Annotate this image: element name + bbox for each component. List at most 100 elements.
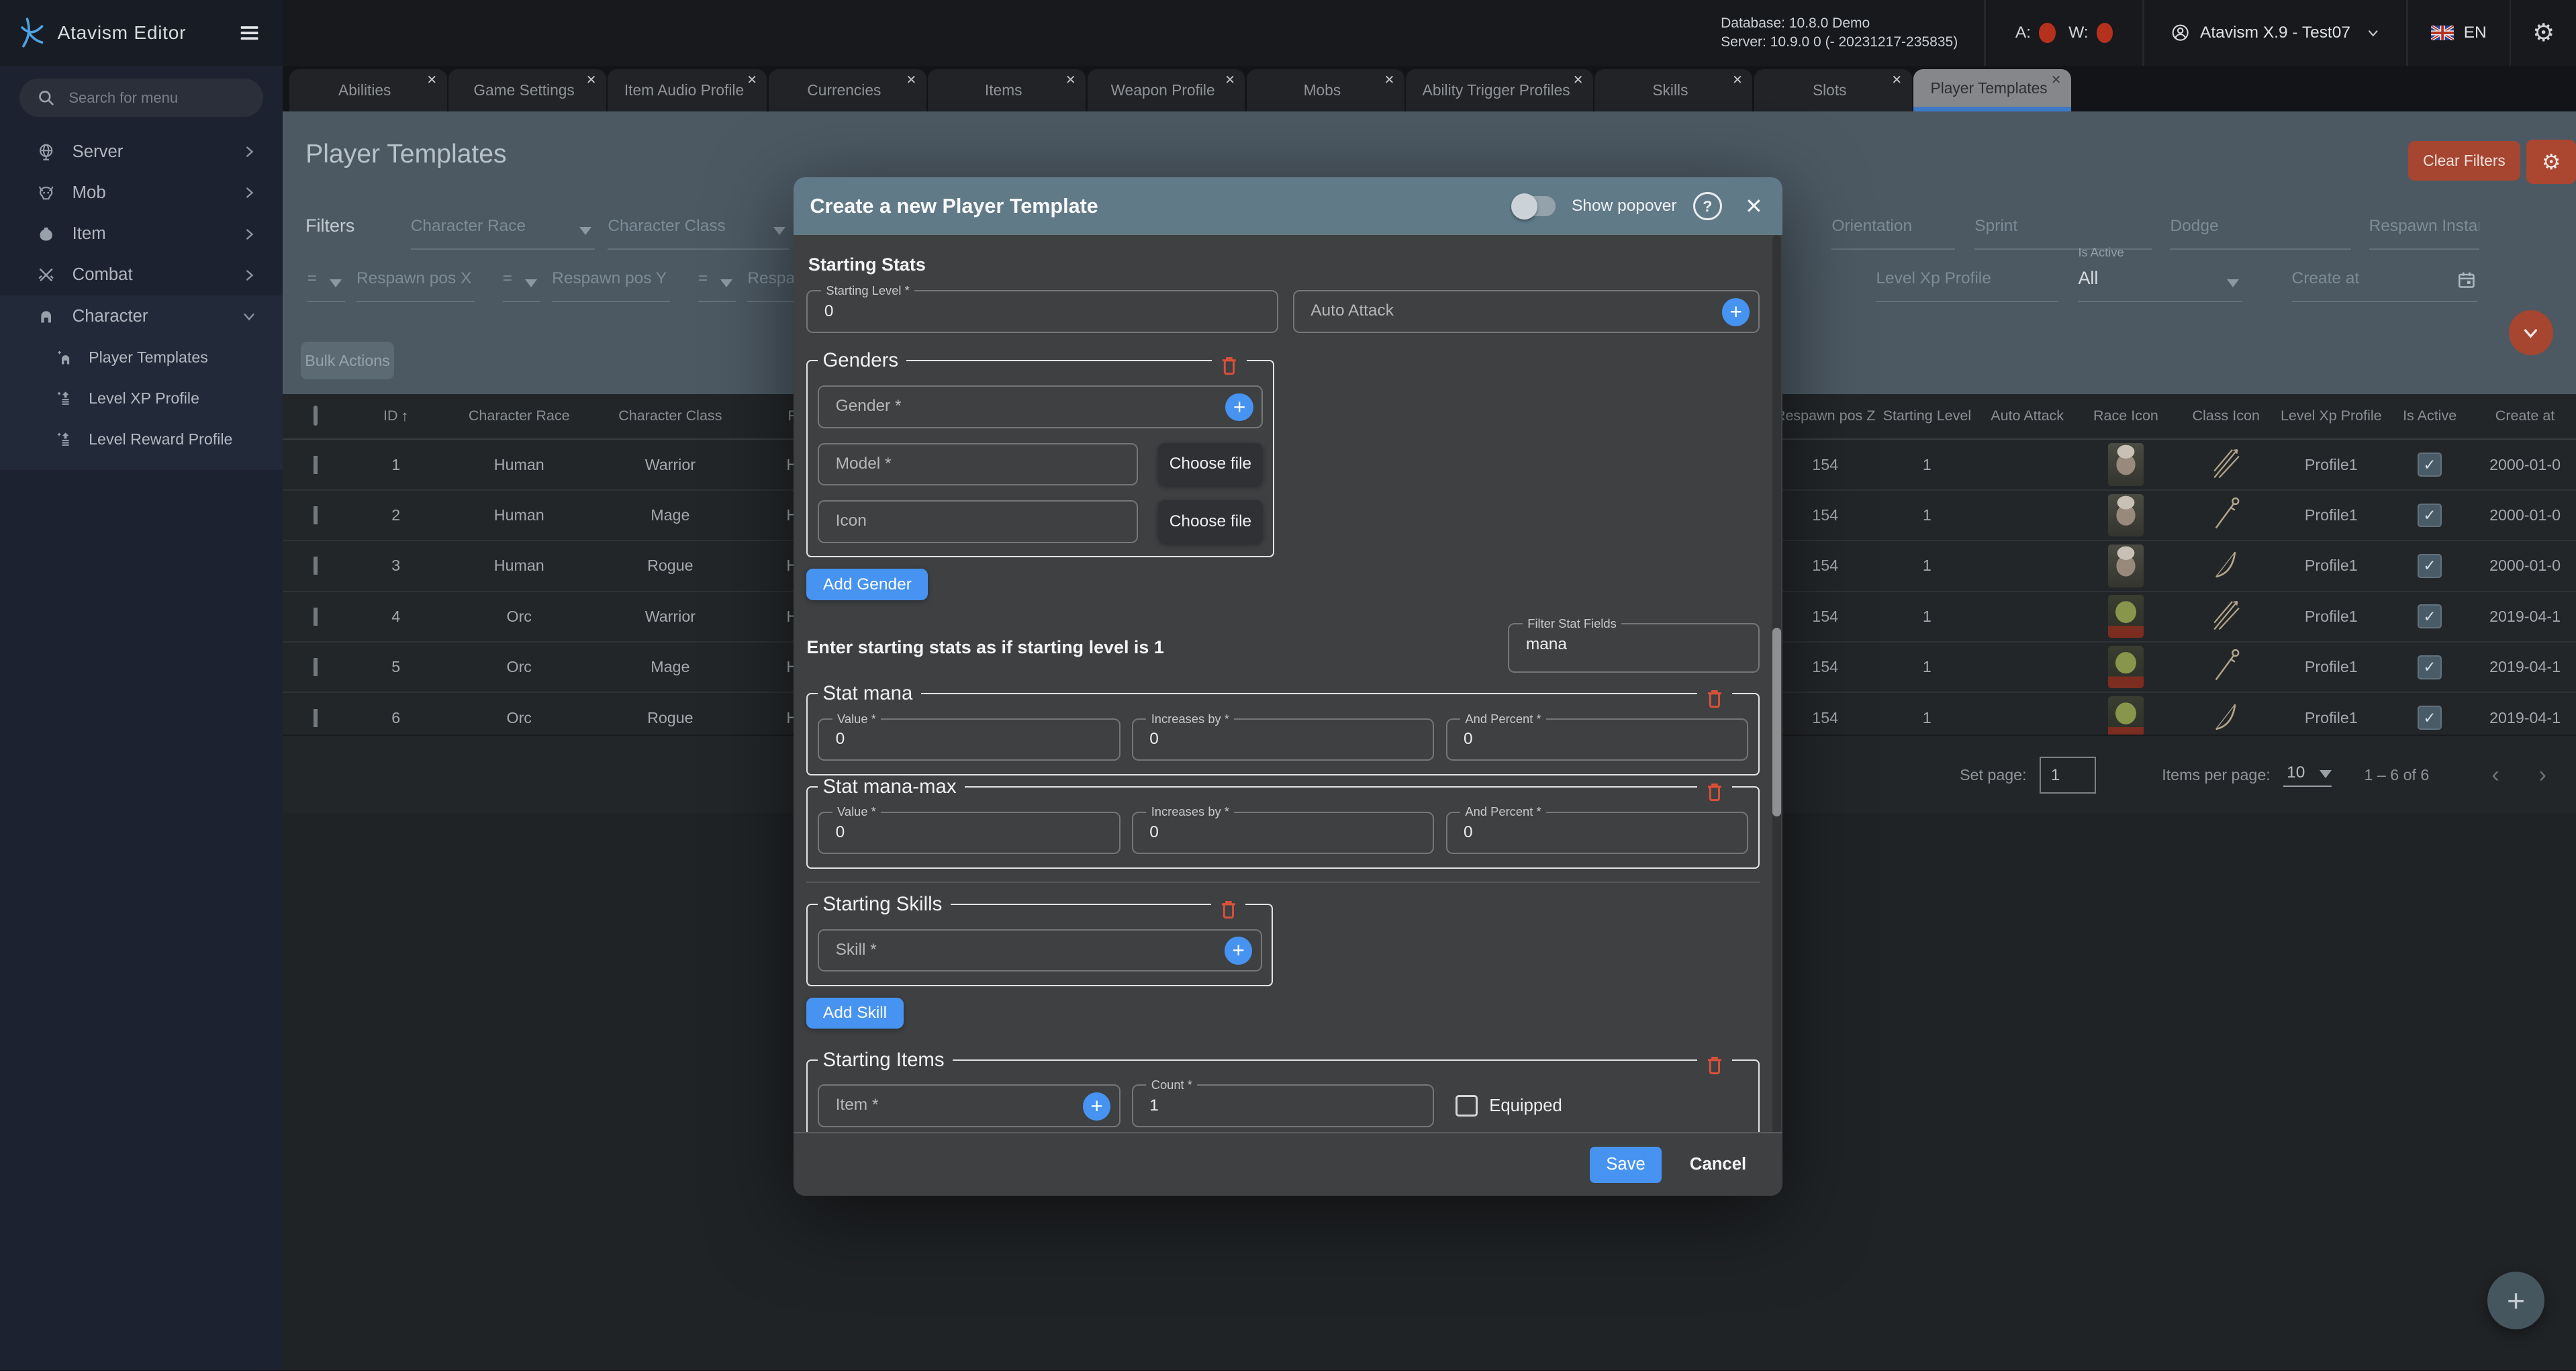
count-field[interactable]: Count * — [1132, 1084, 1435, 1127]
is-active-checkbox[interactable]: ✓ — [2418, 453, 2442, 477]
column-header-character-class[interactable]: Character Class — [595, 408, 746, 425]
is-active-checkbox[interactable]: ✓ — [2418, 655, 2442, 679]
table-settings-button[interactable]: ⚙ — [2526, 140, 2575, 184]
choose-icon-file-button[interactable]: Choose file — [1158, 500, 1263, 543]
clear-filters-button[interactable]: Clear Filters — [2408, 141, 2520, 181]
close-icon[interactable]: ✕ — [1745, 193, 1763, 219]
tab-close-icon[interactable]: ✕ — [427, 73, 437, 87]
tab-slots[interactable]: Slots✕ — [1754, 69, 1912, 112]
sidebar-subitem-level-xp-profile[interactable]: Level XP Profile — [0, 378, 283, 419]
stat-percent-field[interactable]: And Percent * — [1446, 718, 1749, 761]
tab-close-icon[interactable]: ✕ — [747, 73, 757, 87]
tab-close-icon[interactable]: ✕ — [2051, 73, 2061, 87]
tab-ability-trigger-profiles[interactable]: Ability Trigger Profiles✕ — [1406, 69, 1593, 112]
tab-mobs[interactable]: Mobs✕ — [1247, 69, 1404, 112]
column-header-auto-attack[interactable]: Auto Attack — [1978, 408, 2077, 425]
column-header-class-icon[interactable]: Class Icon — [2175, 408, 2277, 425]
tab-skills[interactable]: Skills✕ — [1594, 69, 1752, 112]
filter-character-race[interactable]: Character Race — [411, 210, 595, 250]
column-header-id[interactable]: ID↑ — [348, 408, 444, 425]
gender-select[interactable]: Gender * + — [818, 385, 1263, 428]
tab-close-icon[interactable]: ✕ — [1573, 73, 1583, 87]
tab-weapon-profile[interactable]: Weapon Profile✕ — [1088, 69, 1245, 112]
delete-stat-group-icon[interactable] — [1697, 780, 1731, 805]
sidebar-item-item[interactable]: Item — [0, 214, 283, 254]
items-per-page-select[interactable]: 10 — [2283, 763, 2331, 787]
equipped-checkbox[interactable] — [1456, 1095, 1478, 1117]
sidebar-item-server[interactable]: Server — [0, 132, 283, 173]
column-header-starting-level[interactable]: Starting Level — [1876, 408, 1978, 425]
tab-close-icon[interactable]: ✕ — [1065, 73, 1076, 87]
item-select[interactable]: Item * + — [818, 1084, 1120, 1127]
starting-level-field[interactable]: Starting Level * — [806, 290, 1278, 333]
is-active-checkbox[interactable]: ✓ — [2418, 706, 2442, 730]
filter-dodge[interactable]: Dodge — [2170, 210, 2350, 250]
filter-create-at[interactable]: Create at — [2292, 263, 2478, 303]
column-header-race-icon[interactable]: Race Icon — [2077, 408, 2175, 425]
delete-stat-group-icon[interactable] — [1697, 687, 1731, 712]
tab-items[interactable]: Items✕ — [928, 69, 1086, 112]
filter-stat-input[interactable] — [1526, 624, 1725, 664]
choose-model-file-button[interactable]: Choose file — [1158, 443, 1263, 486]
help-icon[interactable]: ? — [1693, 192, 1722, 221]
tab-close-icon[interactable]: ✕ — [1384, 73, 1394, 87]
sidebar-subitem-player-templates[interactable]: Player Templates — [0, 337, 283, 378]
row-checkbox[interactable] — [314, 658, 318, 676]
tab-game-settings[interactable]: Game Settings✕ — [448, 69, 606, 112]
model-field[interactable]: Model * — [818, 443, 1138, 486]
column-header-respawn-pos-z[interactable]: Respawn pos Z — [1774, 408, 1876, 425]
tab-close-icon[interactable]: ✕ — [906, 73, 916, 87]
skill-select[interactable]: Skill * + — [818, 929, 1262, 972]
filter-is-active-select[interactable]: Is ActiveAll — [2078, 263, 2242, 303]
delete-genders-icon[interactable] — [1212, 354, 1246, 379]
bulk-actions-button[interactable]: Bulk Actions — [301, 342, 394, 379]
tab-close-icon[interactable]: ✕ — [1225, 73, 1235, 87]
add-record-fab[interactable]: + — [2487, 1272, 2545, 1329]
tab-close-icon[interactable]: ✕ — [1892, 73, 1902, 87]
auto-attack-select[interactable]: Auto Attack + — [1293, 290, 1760, 333]
delete-starting-skills-icon[interactable] — [1211, 898, 1245, 923]
filter-stat-field[interactable]: Filter Stat Fields — [1508, 623, 1759, 672]
expand-filters-button[interactable] — [2509, 310, 2553, 354]
show-popover-toggle[interactable] — [1513, 196, 1556, 216]
filter-character-class[interactable]: Character Class — [608, 210, 788, 250]
language-selector[interactable]: EN — [2408, 23, 2510, 42]
stat-value-field[interactable]: Value * — [818, 718, 1120, 761]
filter-level-xp-profile[interactable]: Level Xp Profile — [1876, 263, 2058, 303]
modal-scrollbar-thumb[interactable] — [1772, 628, 1780, 816]
row-checkbox[interactable] — [314, 608, 318, 626]
filter-respawn-pos-x[interactable]: Respawn pos X — [356, 263, 475, 303]
settings-gear-icon[interactable]: ⚙ — [2511, 18, 2575, 47]
stat-increase-field[interactable]: Increases by * — [1132, 812, 1435, 855]
filter-operator-select[interactable]: = — [307, 263, 345, 303]
filter-respawn-pos-y[interactable]: Respawn pos Y — [552, 263, 670, 303]
filter-orientation[interactable]: Orientation — [1831, 210, 1955, 250]
sidebar-search[interactable] — [19, 79, 263, 116]
add-gender-option-button[interactable]: + — [1225, 393, 1253, 422]
tab-close-icon[interactable]: ✕ — [1732, 73, 1742, 87]
starting-level-input[interactable] — [824, 291, 1200, 331]
row-checkbox[interactable] — [314, 506, 318, 524]
count-input[interactable] — [1149, 1086, 1389, 1125]
sidebar-item-combat[interactable]: Combat — [0, 254, 283, 295]
is-active-checkbox[interactable]: ✓ — [2418, 504, 2442, 528]
column-header-create-at[interactable]: Create at — [2474, 408, 2576, 425]
add-skill-button[interactable]: Add Skill — [806, 998, 903, 1029]
set-page-input[interactable] — [2040, 757, 2096, 794]
add-skill-option-button[interactable]: + — [1225, 937, 1253, 965]
stat-value-field[interactable]: Value * — [818, 812, 1120, 855]
search-input[interactable] — [67, 89, 246, 107]
cancel-button[interactable]: Cancel — [1690, 1155, 1746, 1174]
sidebar-item-mob[interactable]: Mob — [0, 173, 283, 214]
tab-player-templates[interactable]: Player Templates✕ — [1913, 69, 2071, 112]
add-item-option-button[interactable]: + — [1083, 1092, 1111, 1121]
menu-icon[interactable] — [236, 21, 263, 44]
filter-operator-select[interactable]: = — [698, 263, 736, 303]
tab-currencies[interactable]: Currencies✕ — [769, 69, 926, 112]
stat-increase-field[interactable]: Increases by * — [1132, 718, 1435, 761]
save-button[interactable]: Save — [1590, 1147, 1662, 1183]
tab-item-audio-profile[interactable]: Item Audio Profile✕ — [608, 69, 767, 112]
column-header-character-race[interactable]: Character Race — [444, 408, 595, 425]
filter-operator-select[interactable]: = — [503, 263, 540, 303]
column-header-is-active[interactable]: Is Active — [2385, 408, 2474, 425]
